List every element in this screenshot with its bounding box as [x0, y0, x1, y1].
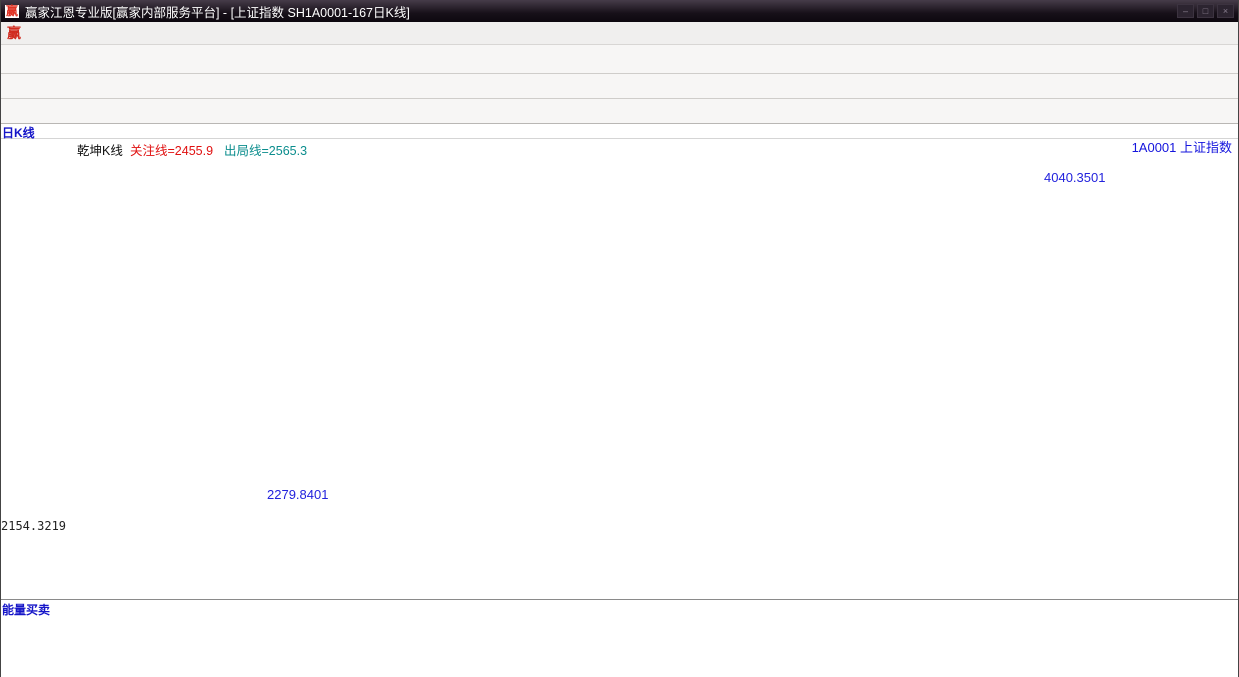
watch-line-value: 关注线=2455.9: [130, 144, 214, 158]
minimize-button[interactable]: –: [1177, 4, 1194, 18]
price-volume-canvas[interactable]: [1, 139, 1239, 599]
drawing-toolbar: [1, 99, 1238, 124]
main-toolbar: [1, 45, 1238, 74]
chart-region[interactable]: 乾坤K线 关注线=2455.9 出局线=2565.3 1A0001 上证指数 4…: [1, 139, 1239, 599]
close-button[interactable]: ×: [1217, 4, 1234, 18]
low-price-annotation: 2279.8401: [267, 487, 329, 502]
date-axis: 日K线: [1, 124, 1238, 140]
window-title: 赢家江恩专业版[赢家内部服务平台] - [上证指数 SH1A0001-167日K…: [25, 5, 410, 20]
indicator-canvas[interactable]: [1, 602, 1239, 677]
app-logo-icon: 赢: [5, 3, 20, 18]
maximize-button[interactable]: □: [1197, 4, 1214, 18]
symbol-label: 1A0001 上证指数: [1131, 140, 1232, 155]
kline-type-label[interactable]: 乾坤K线: [77, 140, 123, 159]
menu-bar: 赢: [1, 22, 1238, 45]
title-bar: 赢 赢家江恩专业版[赢家内部服务平台] - [上证指数 SH1A0001-167…: [1, 0, 1238, 22]
peak-price-annotation: 4040.3501: [1044, 170, 1106, 185]
application-window: 赢 赢家江恩专业版[赢家内部服务平台] - [上证指数 SH1A0001-167…: [0, 0, 1239, 677]
window-controls: – □ ×: [1177, 4, 1234, 18]
indicator-title[interactable]: 能量买卖: [2, 601, 50, 618]
exit-line-value: 出局线=2565.3: [224, 144, 308, 158]
menu-logo-icon: 赢: [7, 25, 21, 41]
price-axis-min-label: 2154.3219: [1, 519, 67, 533]
navigation-toolbar: [1, 74, 1238, 99]
indicator-panel: 能量买卖: [1, 599, 1239, 677]
